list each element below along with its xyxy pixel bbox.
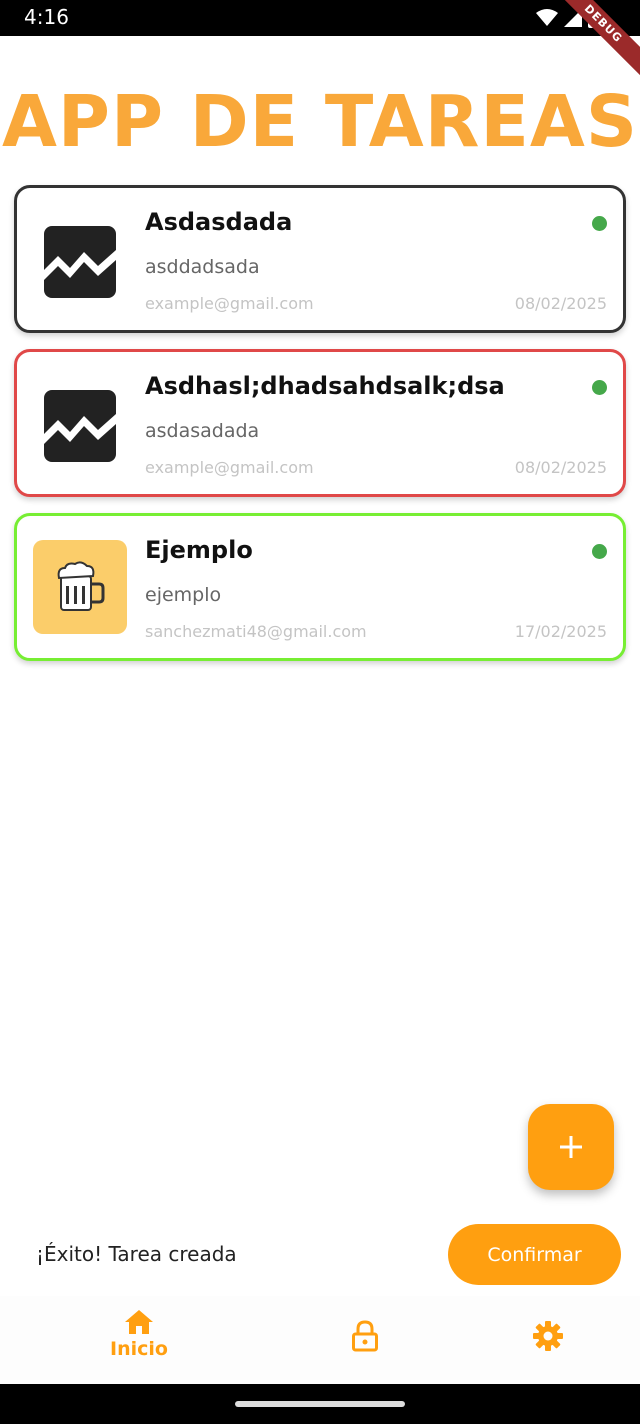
task-title: Ejemplo [145,536,253,564]
task-date: 08/02/2025 [514,294,607,313]
status-dot [592,544,607,559]
home-icon [124,1310,153,1334]
status-time: 4:16 [24,5,69,29]
task-date: 08/02/2025 [514,458,607,477]
task-list: Asdasdada asddadsada example@gmail.com 0… [14,185,626,677]
snackbar-message: ¡Éxito! Tarea creada [36,1242,237,1266]
gesture-bar [0,1384,640,1424]
task-card[interactable]: Ejemplo ejemplo sanchezmati48@gmail.com … [14,513,626,661]
task-email: example@gmail.com [145,458,314,477]
broken-image-icon [44,226,116,298]
home-gesture-handle[interactable] [235,1401,405,1407]
lock-icon [352,1320,378,1352]
nav-item-settings[interactable] [532,1320,564,1352]
broken-image-icon [44,390,116,462]
nav-item-inicio[interactable]: Inicio [110,1308,168,1360]
task-description: asdasadada [145,420,260,442]
task-email: sanchezmati48@gmail.com [145,622,367,641]
task-card[interactable]: Asdasdada asddadsada example@gmail.com 0… [14,185,626,333]
task-description: asddadsada [145,256,260,278]
plus-icon [560,1136,582,1158]
status-bar: 4:16 [0,0,640,36]
bottom-nav: Inicio [0,1296,640,1384]
task-title: Asdasdada [145,208,293,236]
task-description: ejemplo [145,584,222,606]
task-image [33,540,127,634]
snackbar: ¡Éxito! Tarea creada Confirmar [0,1212,640,1296]
nav-label-inicio: Inicio [110,1338,168,1360]
nav-item-lock[interactable] [351,1320,379,1352]
status-dot [592,380,607,395]
task-email: example@gmail.com [145,294,314,313]
task-title: Asdhasl;dhadsahdsalk;dsa [145,372,505,400]
task-date: 17/02/2025 [514,622,607,641]
task-card[interactable]: Asdhasl;dhadsahdsalk;dsa asdasadada exam… [14,349,626,497]
add-task-button[interactable] [528,1104,614,1190]
confirm-button[interactable]: Confirmar [448,1224,621,1285]
page-title: APP DE TAREAS [1,80,639,163]
status-dot [592,216,607,231]
gear-icon [533,1321,563,1351]
wifi-icon [536,9,558,26]
beer-mug-icon [57,561,105,611]
